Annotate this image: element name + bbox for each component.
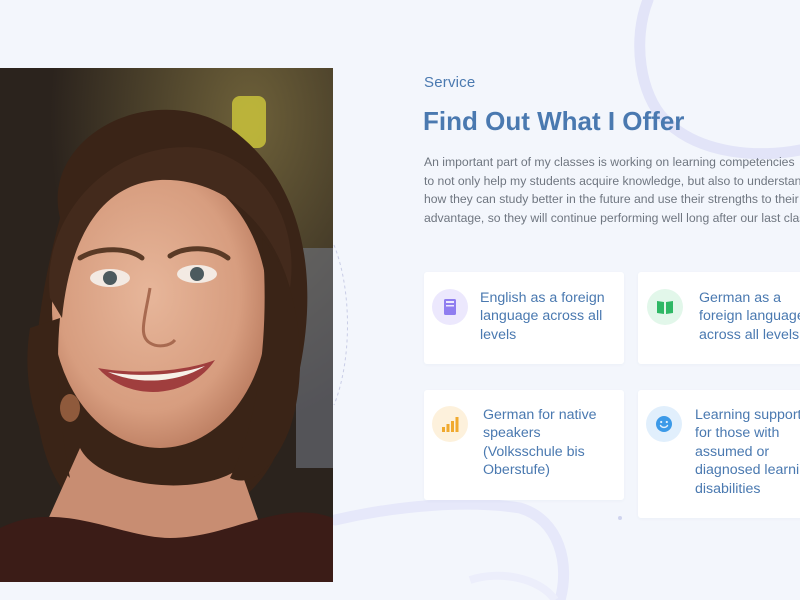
service-label: Learning support for those with assumed … — [695, 407, 800, 497]
portrait-photo — [0, 68, 333, 582]
description-line: An important part of my classes is worki… — [424, 155, 795, 169]
open-book-icon — [647, 289, 683, 325]
service-label: German as a foreign language across all … — [699, 290, 800, 343]
section-eyebrow: Service — [424, 74, 476, 91]
book-icon — [432, 289, 468, 325]
section-description: An important part of my classes is worki… — [424, 153, 800, 227]
service-card-english[interactable]: English as a foreign language across all… — [424, 272, 624, 364]
service-label: German for native speakers (Volksschule … — [483, 407, 597, 479]
signal-bars-icon — [432, 406, 468, 442]
service-card-learning-support[interactable]: Learning support for those with assumed … — [638, 390, 800, 518]
service-label: English as a foreign language across all… — [480, 290, 605, 343]
description-line: how they can study better in the future … — [424, 192, 799, 207]
service-card-german-foreign[interactable]: German as a foreign language across all … — [638, 272, 800, 364]
service-card-german-native[interactable]: German for native speakers (Volksschule … — [424, 390, 624, 500]
service-section: Service Find Out What I Offer An importa… — [0, 0, 800, 600]
smiley-icon — [646, 406, 682, 442]
section-title: Find Out What I Offer — [423, 106, 685, 136]
description-line: to not only help my students acquire kno… — [424, 173, 800, 188]
description-line: advantage, so they will continue perform… — [424, 210, 800, 225]
